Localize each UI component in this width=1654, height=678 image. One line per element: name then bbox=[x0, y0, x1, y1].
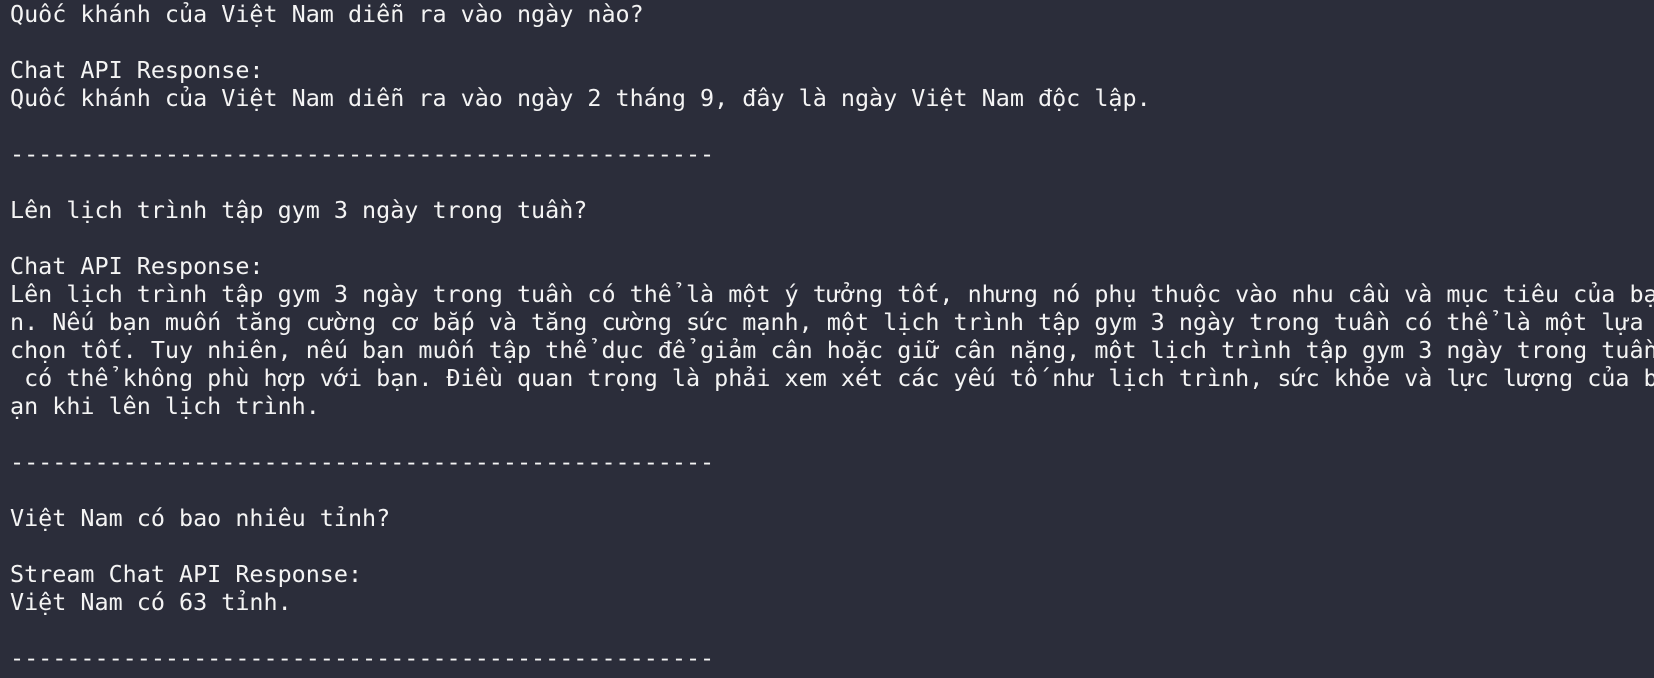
separator-3: ----------------------------------------… bbox=[10, 644, 715, 672]
terminal-output[interactable]: Quốc khánh của Việt Nam diễn ra vào ngày… bbox=[0, 0, 1654, 678]
response-header-3: Stream Chat API Response: bbox=[10, 560, 363, 588]
question-1: Quốc khánh của Việt Nam diễn ra vào ngày… bbox=[10, 0, 644, 28]
response-text-2-line-1: Lên lịch trình tập gym 3 ngày trong tuần… bbox=[10, 280, 1654, 308]
response-text-2-line-4: có thể không phù hợp với bạn. Điều quan … bbox=[10, 364, 1654, 392]
response-text-3: Việt Nam có 63 tỉnh. bbox=[10, 588, 292, 616]
response-text-1: Quốc khánh của Việt Nam diễn ra vào ngày… bbox=[10, 84, 1151, 112]
response-header-2: Chat API Response: bbox=[10, 252, 264, 280]
response-header-1: Chat API Response: bbox=[10, 56, 264, 84]
question-2: Lên lịch trình tập gym 3 ngày trong tuần… bbox=[10, 196, 588, 224]
question-3: Việt Nam có bao nhiêu tỉnh? bbox=[10, 504, 391, 532]
separator-2: ----------------------------------------… bbox=[10, 448, 715, 476]
response-text-2-line-3: chọn tốt. Tuy nhiên, nếu bạn muốn tập th… bbox=[10, 336, 1654, 364]
separator-1: ----------------------------------------… bbox=[10, 140, 715, 168]
response-text-2-line-2: n. Nếu bạn muốn tăng cường cơ bắp và tăn… bbox=[10, 308, 1654, 336]
response-text-2-line-5: ạn khi lên lịch trình. bbox=[10, 392, 320, 420]
